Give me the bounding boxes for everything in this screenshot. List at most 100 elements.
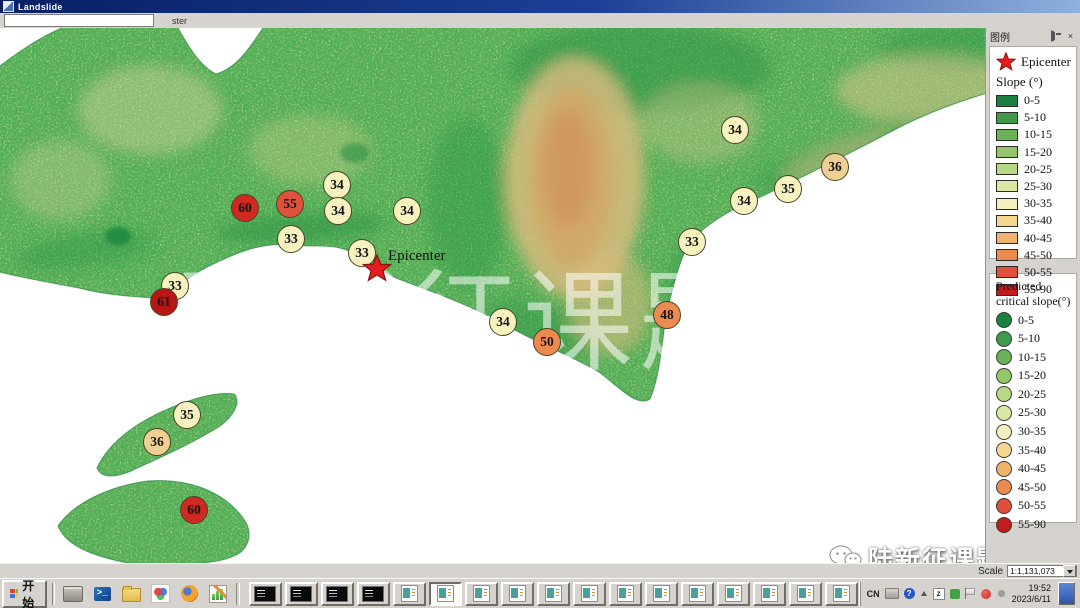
slope-swatch <box>996 146 1018 158</box>
mapdoc-task-button[interactable] <box>537 582 570 606</box>
predicted-swatch <box>996 424 1012 440</box>
slope-point-marker[interactable]: 35 <box>173 401 201 429</box>
slope-point-marker[interactable]: 36 <box>821 153 849 181</box>
mapdoc-window-icon <box>689 585 706 602</box>
toolbar: ster <box>0 13 1080 29</box>
scale-label: Scale <box>978 566 1003 577</box>
console-task-button[interactable] <box>249 582 282 606</box>
predicted-swatch <box>996 498 1012 514</box>
console-task-button[interactable] <box>285 582 318 606</box>
slope-swatch <box>996 232 1018 244</box>
help-tray-icon[interactable] <box>904 588 915 599</box>
mapdoc-task-button[interactable] <box>609 582 642 606</box>
slope-class-label: 10-15 <box>1024 127 1052 142</box>
predicted-legend-rows: 0-55-1010-1515-2020-2525-3030-3535-4040-… <box>996 312 1071 533</box>
mapdoc-window-icon <box>581 585 598 602</box>
zapp-tray-icon[interactable] <box>933 588 945 600</box>
predicted-class-row: 40-45 <box>996 461 1071 477</box>
predicted-legend-title: Predicted critical slope(°) <box>996 279 1071 309</box>
predicted-class-row: 25-30 <box>996 405 1071 421</box>
toolbar-combobox[interactable] <box>4 14 154 27</box>
mapdoc-task-button[interactable] <box>825 582 858 606</box>
statusbar: Scale 1:1,131,073 <box>0 563 1080 578</box>
mapdoc-task-button[interactable] <box>717 582 750 606</box>
redbadge-tray-icon[interactable] <box>981 589 991 599</box>
predicted-class-row: 5-10 <box>996 331 1071 347</box>
slope-class-label: 30-35 <box>1024 196 1052 211</box>
slope-class-label: 40-45 <box>1024 231 1052 246</box>
cn-tray-icon[interactable]: CN <box>867 589 880 599</box>
mapdoc-task-button[interactable] <box>393 582 426 606</box>
predicted-class-row: 50-55 <box>996 498 1071 514</box>
slope-class-row: 25-30 <box>996 179 1071 194</box>
slope-point-marker[interactable]: 36 <box>143 428 171 456</box>
mapdoc-task-button[interactable] <box>429 582 462 606</box>
legend-panel: 图例 × Epicenter Slope (°) 0-55-1010-1515-… <box>985 28 1080 563</box>
slope-legend-title: Slope (°) <box>996 74 1071 90</box>
slope-point-marker[interactable]: 60 <box>231 194 259 222</box>
start-button-label: 开始 <box>22 577 39 608</box>
legend-panel-titlebar[interactable]: 图例 × <box>986 28 1080 44</box>
slope-point-marker[interactable]: 35 <box>774 175 802 203</box>
slope-point-marker[interactable]: 34 <box>324 197 352 225</box>
slope-point-marker[interactable]: 48 <box>653 301 681 329</box>
slope-point-marker[interactable]: 34 <box>393 197 421 225</box>
printer-tray-icon[interactable] <box>885 588 899 599</box>
slope-point-marker[interactable]: 34 <box>489 308 517 336</box>
folder-icon[interactable] <box>118 582 144 606</box>
legend-epicenter-label: Epicenter <box>1021 54 1071 70</box>
slope-point-marker[interactable]: 55 <box>276 190 304 218</box>
mapdoc-window-icon <box>725 585 742 602</box>
greenapp-tray-icon[interactable] <box>950 589 960 599</box>
tray-time: 19:52 <box>1028 583 1051 593</box>
mapdoc-task-button[interactable] <box>681 582 714 606</box>
tray-clock[interactable]: 19:52 2023/6/11 <box>1012 583 1051 604</box>
start-button[interactable]: 开始 <box>2 580 47 608</box>
powershell-icon[interactable] <box>89 582 115 606</box>
chevron-down-icon[interactable] <box>1063 565 1076 577</box>
slope-point-marker[interactable]: 50 <box>533 328 561 356</box>
map-view[interactable]: 陆新征课题组 605534343433333361345048343635343… <box>0 28 1080 563</box>
show-desktop-icon[interactable] <box>1058 582 1075 605</box>
colorwheel-icon[interactable] <box>147 582 173 606</box>
slope-class-label: 15-20 <box>1024 145 1052 160</box>
predicted-class-label: 40-45 <box>1018 461 1046 476</box>
window-titlebar[interactable]: Landslide <box>0 0 1080 13</box>
console-task-button[interactable] <box>321 582 354 606</box>
flag-tray-icon[interactable] <box>965 588 976 599</box>
taskbar: 开始 CN 19:52 2023/6/11 <box>0 578 1080 608</box>
slope-point-marker[interactable]: 34 <box>721 116 749 144</box>
slope-point-marker[interactable]: 61 <box>150 288 178 316</box>
update-tray-icon[interactable] <box>996 588 1007 599</box>
slope-class-row: 30-35 <box>996 196 1071 211</box>
uparrow-tray-icon[interactable] <box>920 590 928 598</box>
close-icon[interactable]: × <box>1065 31 1076 42</box>
slope-class-label: 25-30 <box>1024 179 1052 194</box>
scale-value: 1:1,131,073 <box>1010 566 1055 576</box>
mapdoc-task-button[interactable] <box>789 582 822 606</box>
mapdoc-task-button[interactable] <box>501 582 534 606</box>
slope-swatch <box>996 112 1018 124</box>
slope-point-marker[interactable]: 34 <box>323 171 351 199</box>
slope-point-marker[interactable]: 33 <box>277 225 305 253</box>
taskbar-separator <box>236 583 239 605</box>
mapdoc-task-button[interactable] <box>645 582 678 606</box>
mapdoc-task-button[interactable] <box>753 582 786 606</box>
firefox-icon[interactable] <box>176 582 202 606</box>
slope-point-marker[interactable]: 34 <box>730 187 758 215</box>
slope-point-marker[interactable]: 33 <box>678 228 706 256</box>
imageeditor-icon[interactable] <box>205 582 231 606</box>
console-task-button[interactable] <box>357 582 390 606</box>
scale-combobox[interactable]: 1:1,131,073 <box>1007 565 1077 577</box>
slope-swatch <box>996 198 1018 210</box>
tray-date: 2023/6/11 <box>1012 594 1051 604</box>
slope-class-label: 50-55 <box>1024 265 1052 280</box>
slope-point-marker[interactable]: 60 <box>180 496 208 524</box>
device-icon[interactable] <box>60 582 86 606</box>
pin-icon[interactable] <box>1051 31 1062 42</box>
mapdoc-task-button[interactable] <box>465 582 498 606</box>
mapdoc-window-icon <box>797 585 814 602</box>
epicenter-label: Epicenter <box>388 248 445 265</box>
mapdoc-task-button[interactable] <box>573 582 606 606</box>
predicted-class-label: 10-15 <box>1018 350 1046 365</box>
